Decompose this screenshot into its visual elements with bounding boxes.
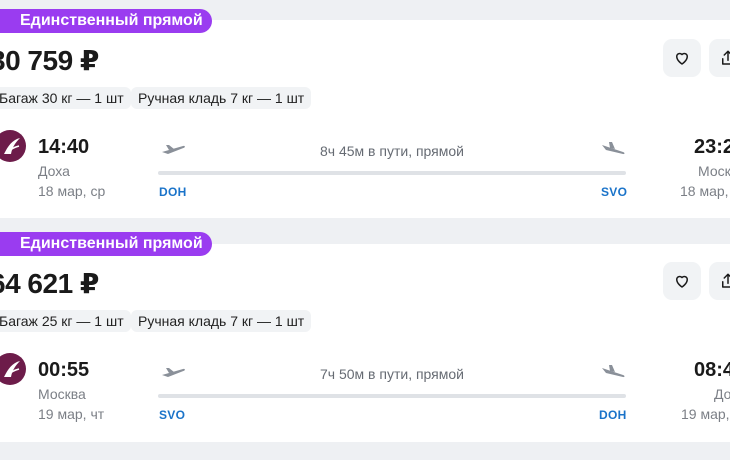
- arrival-time: 08:45: [694, 359, 730, 381]
- favorite-button[interactable]: [663, 262, 701, 300]
- departure-city: Москва: [38, 386, 86, 402]
- origin-airport-code[interactable]: DOH: [159, 185, 187, 199]
- landing-plane-icon: [602, 142, 625, 155]
- landing-plane-icon: [602, 365, 625, 378]
- departure-city: Доха: [38, 163, 70, 179]
- hand-luggage-chip: Ручная кладь 7 кг — 1 шт: [131, 87, 312, 109]
- ticket-price: 30 759 ₽: [0, 45, 99, 76]
- arrival-date: 18 мар, ср: [680, 183, 730, 199]
- flight-duration: 7ч 50м в пути, прямой: [320, 366, 464, 382]
- takeoff-plane-icon: [162, 145, 185, 154]
- arrival-date: 19 мар, чт: [681, 406, 730, 422]
- departure-time: 00:55: [38, 359, 90, 381]
- departure-time: 14:40: [38, 136, 90, 158]
- heart-icon: [676, 275, 688, 288]
- departure-date: 19 мар, чт: [38, 406, 105, 422]
- destination-airport-code[interactable]: SVO: [601, 185, 627, 199]
- baggage-chip: Багаж 30 кг — 1 шт: [0, 87, 131, 109]
- route-line: [158, 171, 626, 175]
- share-icon: [722, 273, 730, 288]
- arrival-city: Москва: [698, 163, 730, 179]
- departure-date: 18 мар, ср: [38, 183, 106, 199]
- heart-icon: [676, 52, 688, 65]
- route-line: [158, 394, 626, 398]
- share-icon: [722, 50, 730, 65]
- direct-flight-badge: Единственный прямой: [0, 9, 212, 33]
- favorite-button[interactable]: [663, 39, 701, 77]
- flight-duration: 8ч 45м в пути, прямой: [320, 143, 464, 159]
- takeoff-plane-icon: [162, 368, 185, 377]
- arrival-time: 23:25: [694, 136, 730, 158]
- destination-airport-code[interactable]: DOH: [599, 408, 627, 422]
- direct-flight-badge: Единственный прямой: [0, 232, 212, 256]
- share-button[interactable]: [709, 262, 730, 300]
- origin-airport-code[interactable]: SVO: [159, 408, 185, 422]
- ticket-price: 64 621 ₽: [0, 268, 99, 299]
- arrival-city: Доха: [714, 386, 730, 402]
- baggage-chip: Багаж 25 кг — 1 шт: [0, 310, 131, 332]
- share-button[interactable]: [709, 39, 730, 77]
- hand-luggage-chip: Ручная кладь 7 кг — 1 шт: [131, 310, 312, 332]
